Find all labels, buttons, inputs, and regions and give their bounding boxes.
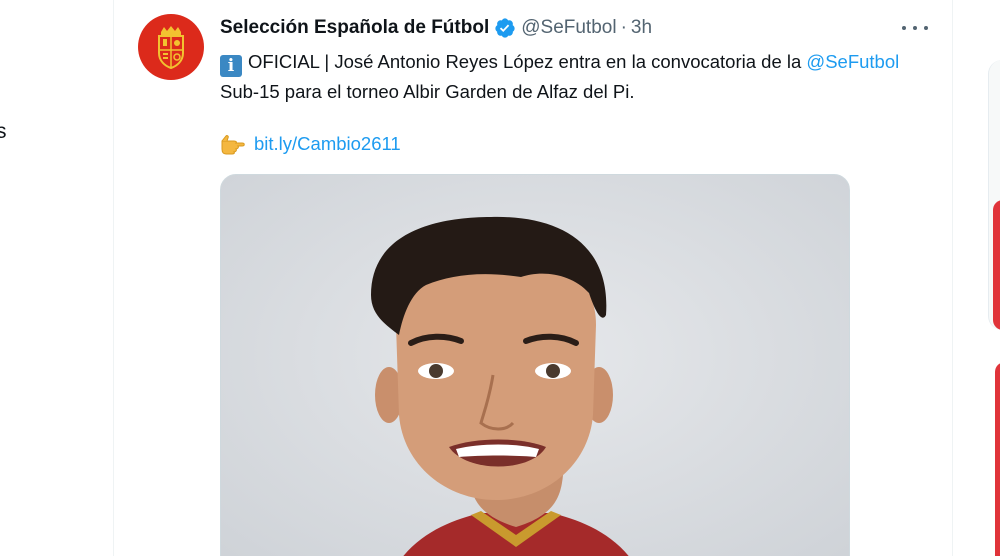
tweet-text-part2: Sub-15 para el torneo Albir Garden de Al… [220, 81, 635, 102]
timestamp[interactable]: 3h [631, 16, 652, 40]
more-dot [913, 26, 917, 30]
display-name[interactable]: Selección Española de Fútbol [220, 16, 489, 40]
right-sidebar-accent [995, 362, 1000, 556]
avatar[interactable] [138, 14, 204, 80]
sidebar-nav-fragment[interactable]: s [0, 120, 7, 144]
mention-link[interactable]: @SeFutbol [806, 51, 899, 72]
info-emoji-icon: i [220, 55, 242, 77]
more-options-icon[interactable] [902, 18, 928, 38]
pointing-hand-icon [221, 134, 245, 154]
short-link[interactable]: bit.ly/Cambio2611 [254, 129, 401, 158]
handle[interactable]: @SeFutbol [521, 16, 616, 40]
verified-badge-icon [495, 18, 515, 38]
right-sidebar-accent [993, 200, 1000, 330]
tweet-media-photo[interactable] [220, 174, 850, 556]
tweet-header: Selección Española de Fútbol @SeFutbol ·… [220, 16, 652, 40]
separator-dot: · [620, 17, 627, 38]
twitter-page: s Selección Española de Fútbol @SeFutbol… [0, 0, 1000, 556]
rfef-crest-icon [158, 26, 184, 70]
tweet-text: i OFICIAL | José Antonio Reyes López entr… [220, 47, 920, 106]
timeline-column: Selección Española de Fútbol @SeFutbol ·… [113, 0, 953, 556]
more-dot [924, 26, 928, 30]
player-photo [221, 175, 849, 556]
more-dot [902, 26, 906, 30]
tweet-text-part1: OFICIAL | José Antonio Reyes López entra… [248, 51, 807, 72]
link-line: bit.ly/Cambio2611 [220, 129, 401, 158]
